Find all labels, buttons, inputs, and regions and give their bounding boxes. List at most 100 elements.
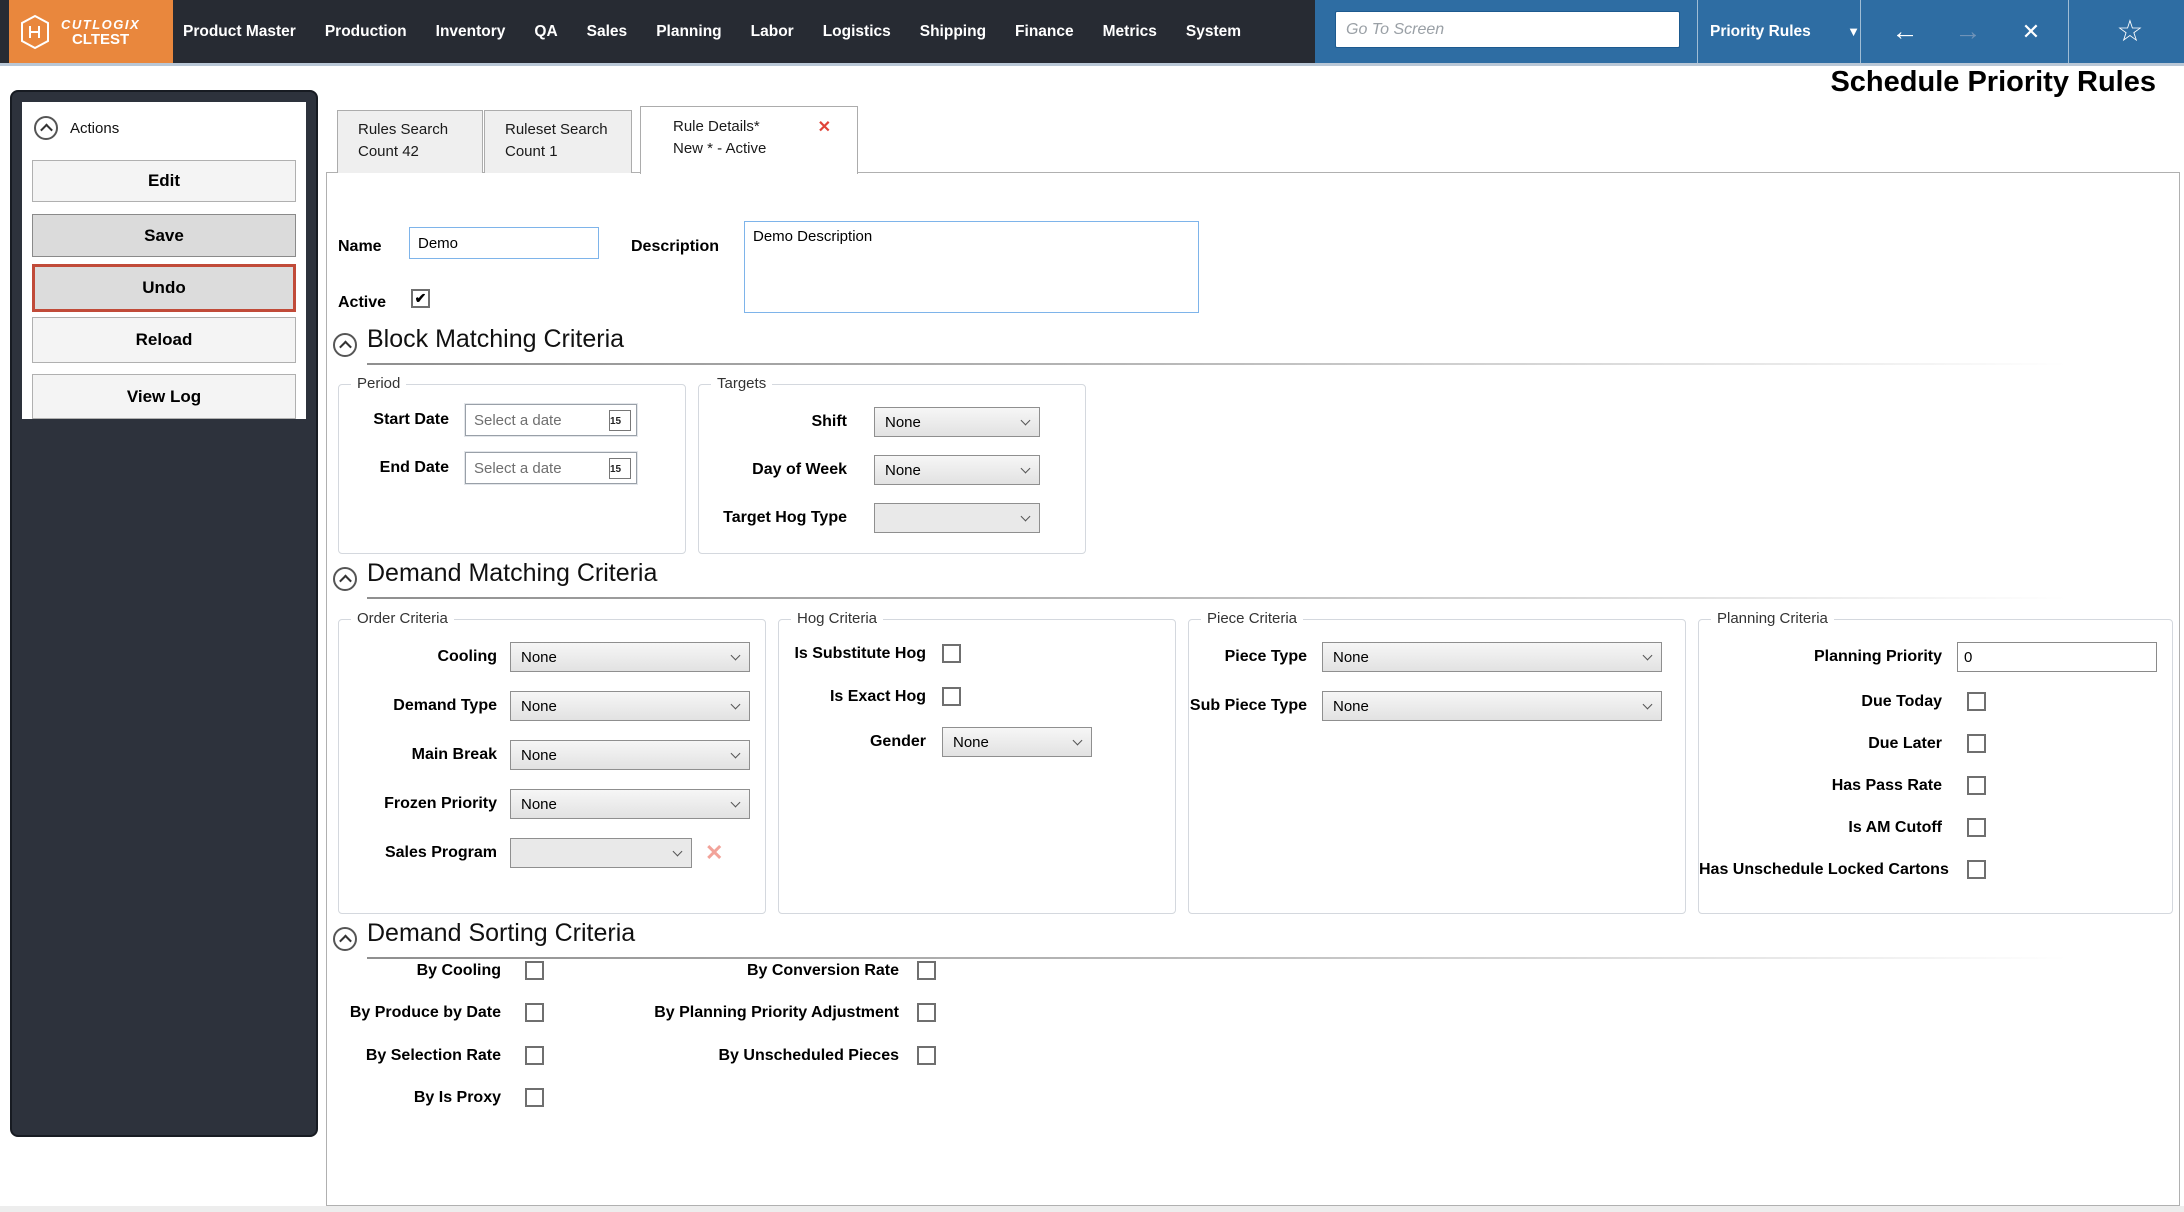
start-date-input[interactable]: Select a date 15: [465, 404, 637, 436]
topbar-divider: [1860, 0, 1861, 63]
reload-button[interactable]: Reload: [32, 317, 296, 363]
is-substitute-hog-checkbox[interactable]: [942, 644, 961, 663]
close-screen-icon[interactable]: ✕: [2011, 0, 2051, 63]
planning-priority-input[interactable]: [1957, 642, 2157, 672]
menu-item-finance[interactable]: Finance: [1015, 23, 1074, 41]
go-to-screen-input[interactable]: [1335, 11, 1680, 48]
undo-button[interactable]: Undo: [32, 264, 296, 312]
tab-close-icon[interactable]: ✕: [818, 117, 831, 139]
is-am-cutoff-checkbox[interactable]: [1967, 818, 1986, 837]
is-exact-hog-checkbox[interactable]: [942, 687, 961, 706]
gender-dropdown[interactable]: None: [942, 727, 1092, 757]
by-is-proxy-checkbox[interactable]: [525, 1088, 544, 1107]
menu-item-sales[interactable]: Sales: [587, 23, 628, 41]
name-input[interactable]: [409, 227, 599, 259]
screen-selector-dropdown[interactable]: Priority Rules ▼: [1710, 0, 1860, 63]
menu-item-qa[interactable]: QA: [534, 23, 557, 41]
collapse-actions-icon[interactable]: [34, 116, 58, 140]
collapse-demand-matching-icon[interactable]: [333, 567, 357, 591]
end-date-input[interactable]: Select a date 15: [465, 452, 637, 484]
planning-criteria-groupbox: Planning Criteria Planning Priority Due …: [1698, 610, 2173, 914]
menu-item-system[interactable]: System: [1186, 23, 1241, 41]
target-hog-type-dropdown[interactable]: [874, 503, 1040, 533]
menu-item-shipping[interactable]: Shipping: [920, 23, 986, 41]
main-break-dropdown[interactable]: None: [510, 740, 750, 770]
menu-item-product-master[interactable]: Product Master: [183, 23, 296, 41]
piece-type-dropdown[interactable]: None: [1322, 642, 1662, 672]
shift-dropdown[interactable]: None: [874, 407, 1040, 437]
start-date-label: Start Date: [373, 411, 449, 428]
due-later-checkbox[interactable]: [1967, 734, 1986, 753]
by-planning-priority-adjustment-label: By Planning Priority Adjustment: [654, 1004, 899, 1021]
chevron-down-icon: [1020, 463, 1031, 474]
tab-rules-search[interactable]: Rules Search Count 42: [337, 110, 483, 173]
piece-type-label: Piece Type: [1224, 648, 1307, 665]
by-selection-rate-checkbox[interactable]: [525, 1046, 544, 1065]
is-exact-hog-label: Is Exact Hog: [829, 688, 926, 705]
due-today-checkbox[interactable]: [1967, 692, 1986, 711]
logo-text: CUTLOGIX CLTEST: [61, 17, 140, 47]
chevron-down-icon: [1020, 511, 1031, 522]
topbar-right-section: Priority Rules ▼ ← → ✕ ☆: [1315, 0, 2184, 63]
demand-sorting-title: Demand Sorting Criteria: [367, 919, 636, 947]
app-window: CUTLOGIX CLTEST Product Master Productio…: [0, 0, 2184, 1212]
menu-item-planning[interactable]: Planning: [656, 23, 721, 41]
description-label: Description: [631, 238, 720, 255]
order-criteria-legend: Order Criteria: [351, 610, 454, 627]
menu-item-inventory[interactable]: Inventory: [436, 23, 506, 41]
piece-criteria-groupbox: Piece Criteria Piece Type None Sub Piece…: [1188, 610, 1686, 914]
period-groupbox: Period Start Date Select a date 15 End D…: [338, 375, 686, 554]
menu-item-logistics[interactable]: Logistics: [823, 23, 891, 41]
chevron-down-icon: ▼: [1847, 24, 1860, 39]
description-input[interactable]: Demo Description: [744, 221, 1199, 313]
main-menu: Product Master Production Inventory QA S…: [183, 0, 1241, 63]
chevron-down-icon: [1072, 735, 1083, 746]
by-planning-priority-adjustment-checkbox[interactable]: [917, 1003, 936, 1022]
piece-criteria-legend: Piece Criteria: [1201, 610, 1304, 627]
collapse-demand-sorting-icon[interactable]: [333, 927, 357, 951]
has-unschedule-locked-cartons-checkbox[interactable]: [1967, 860, 1986, 879]
save-button[interactable]: Save: [32, 214, 296, 257]
has-pass-rate-checkbox[interactable]: [1967, 776, 1986, 795]
view-log-button[interactable]: View Log: [32, 374, 296, 419]
by-produce-by-date-checkbox[interactable]: [525, 1003, 544, 1022]
tab-ruleset-search[interactable]: Ruleset Search Count 1: [484, 110, 632, 173]
cooling-dropdown[interactable]: None: [510, 642, 750, 672]
demand-type-dropdown[interactable]: None: [510, 691, 750, 721]
menu-item-production[interactable]: Production: [325, 23, 407, 41]
menu-item-metrics[interactable]: Metrics: [1103, 23, 1157, 41]
favorite-star-icon[interactable]: ☆: [2105, 0, 2155, 63]
collapse-block-matching-icon[interactable]: [333, 333, 357, 357]
main-break-label: Main Break: [411, 746, 497, 763]
chevron-down-icon: [730, 797, 741, 808]
start-date-placeholder: Select a date: [474, 411, 562, 429]
planning-criteria-legend: Planning Criteria: [1711, 610, 1834, 627]
page-title: Schedule Priority Rules: [1830, 66, 2156, 98]
frozen-priority-dropdown[interactable]: None: [510, 789, 750, 819]
tab-rule-details[interactable]: Rule Details* New * - Active ✕: [640, 106, 858, 174]
actions-panel: Actions Edit Save Undo Reload View Log: [22, 102, 306, 419]
tab-label-line1: Ruleset Search: [505, 121, 608, 138]
menu-item-labor[interactable]: Labor: [751, 23, 794, 41]
by-cooling-label: By Cooling: [416, 962, 501, 979]
actions-panel-title: Actions: [70, 119, 120, 137]
forward-arrow-icon[interactable]: →: [1948, 0, 1988, 63]
end-date-label: End Date: [379, 459, 449, 476]
active-checkbox[interactable]: ✔: [411, 289, 430, 308]
is-substitute-hog-label: Is Substitute Hog: [794, 645, 926, 662]
by-conversion-rate-checkbox[interactable]: [917, 961, 936, 980]
end-date-placeholder: Select a date: [474, 459, 562, 477]
edit-button[interactable]: Edit: [32, 160, 296, 202]
calendar-icon[interactable]: 15: [609, 409, 631, 431]
has-unschedule-locked-cartons-label: Has Unschedule Locked Cartons: [1699, 861, 1949, 878]
by-cooling-checkbox[interactable]: [525, 961, 544, 980]
sales-program-dropdown[interactable]: [510, 838, 692, 868]
sub-piece-type-dropdown[interactable]: None: [1322, 691, 1662, 721]
period-legend: Period: [351, 375, 407, 392]
actions-panel-header: Actions: [34, 116, 119, 140]
clear-sales-program-icon[interactable]: ✕: [705, 842, 723, 864]
calendar-icon[interactable]: 15: [609, 457, 631, 479]
by-unscheduled-pieces-checkbox[interactable]: [917, 1046, 936, 1065]
back-arrow-icon[interactable]: ←: [1885, 0, 1925, 63]
day-of-week-dropdown[interactable]: None: [874, 455, 1040, 485]
